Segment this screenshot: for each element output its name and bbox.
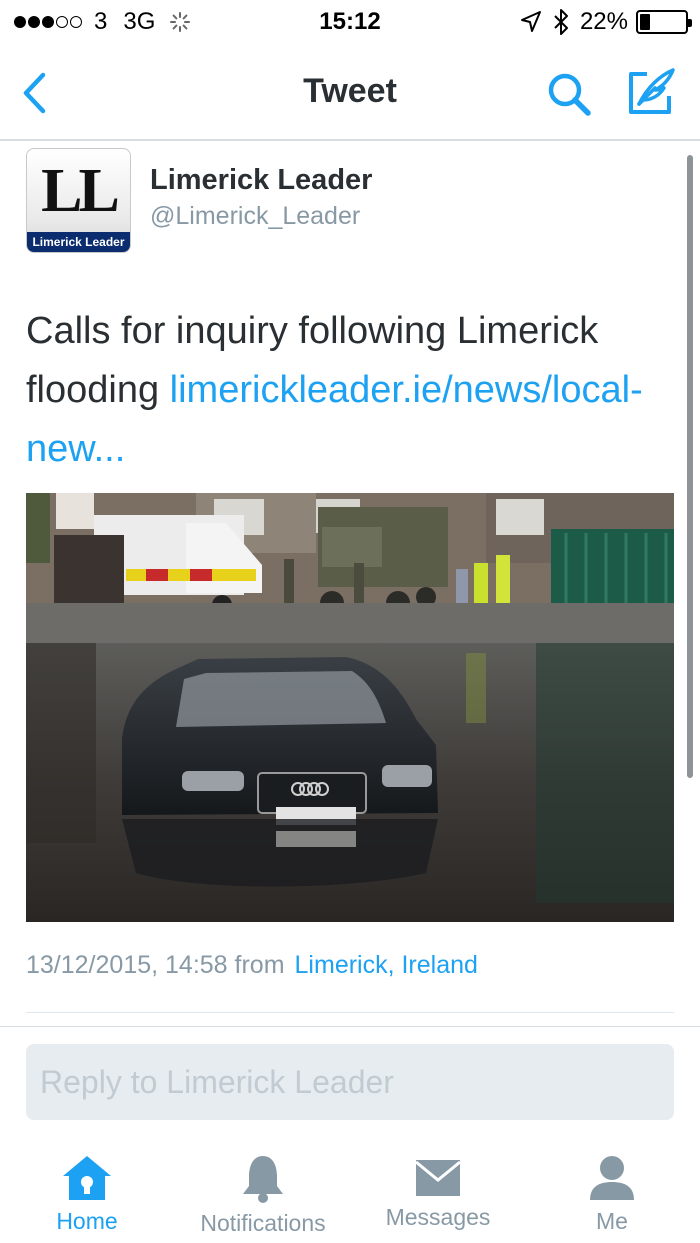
compose-tweet-icon: [629, 68, 675, 114]
avatar[interactable]: LL Limerick Leader: [26, 148, 131, 253]
tweet-photo[interactable]: [26, 493, 674, 922]
battery-percent: 22%: [579, 8, 628, 35]
page-title: Tweet: [303, 72, 397, 110]
divider: [0, 1026, 700, 1027]
tab-label: Home: [56, 1208, 118, 1234]
tab-bar: Home Notifications Messages Me: [0, 1140, 700, 1243]
scrollbar[interactable]: [687, 155, 693, 778]
divider: [26, 1012, 674, 1013]
avatar-logo: LL: [41, 157, 120, 225]
flooded-street-photo: [26, 493, 674, 922]
tab-label: Notifications: [200, 1210, 326, 1236]
search-button[interactable]: [545, 70, 595, 118]
home-icon: [63, 1156, 111, 1200]
compose-button[interactable]: [625, 66, 677, 118]
tab-label: Me: [596, 1208, 628, 1234]
bluetooth-icon: [554, 9, 568, 35]
tweet-timestamp: 13/12/2015, 14:58 from: [26, 951, 285, 979]
battery-icon: [636, 10, 692, 34]
status-right: 22%: [520, 8, 692, 36]
tweet-text: Calls for inquiry following Limerick flo…: [26, 302, 666, 479]
location-arrow-icon: [520, 11, 541, 32]
tab-me[interactable]: Me: [572, 1140, 652, 1243]
author-name[interactable]: Limerick Leader: [150, 164, 372, 197]
author-handle[interactable]: @Limerick_Leader: [150, 202, 360, 231]
tweet-meta: 13/12/2015, 14:58 from Limerick, Ireland: [26, 951, 478, 980]
avatar-caption: Limerick Leader: [27, 232, 130, 252]
bell-icon: [243, 1156, 283, 1203]
tab-notifications[interactable]: Notifications: [188, 1140, 338, 1243]
envelope-icon: [415, 1160, 461, 1196]
person-icon: [590, 1156, 634, 1200]
reply-box[interactable]: [26, 1044, 674, 1120]
reply-input[interactable]: [40, 1044, 660, 1120]
tweet-location-link[interactable]: Limerick, Ireland: [295, 951, 478, 980]
tab-messages[interactable]: Messages: [376, 1140, 500, 1243]
status-bar: 3 3G 15:12 22%: [0, 0, 700, 44]
tab-label: Messages: [385, 1204, 491, 1230]
tab-home[interactable]: Home: [37, 1140, 137, 1243]
navigation-bar: Tweet: [0, 44, 700, 141]
search-icon: [548, 73, 591, 116]
